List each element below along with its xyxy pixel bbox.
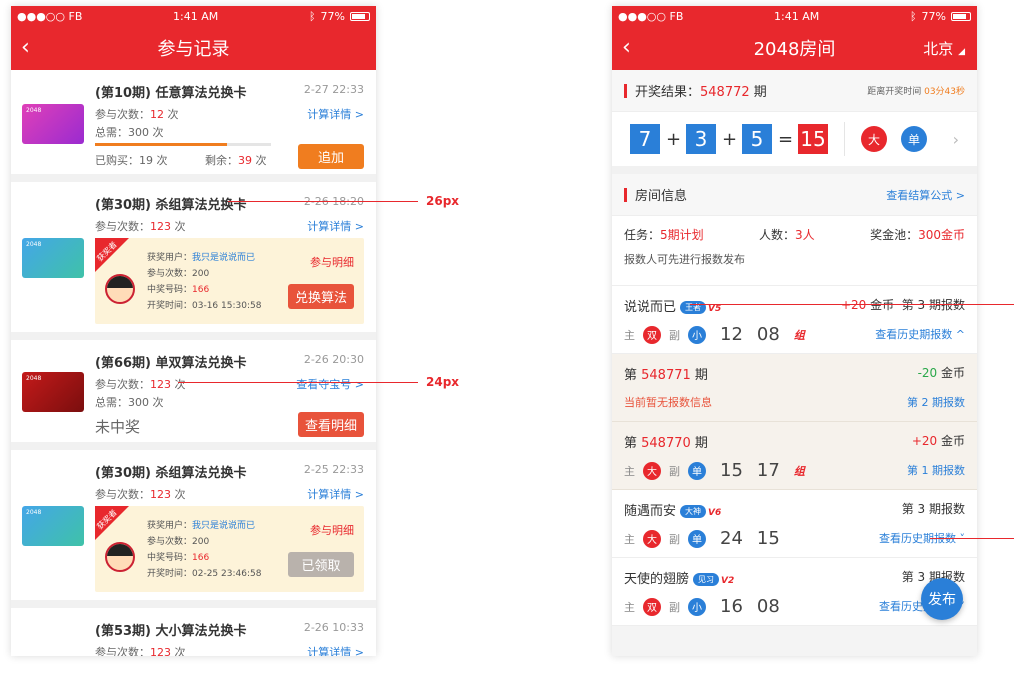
- bluetooth-icon: ᛒ: [308, 9, 316, 23]
- status-bar: ●●●○○ FB 1:41 AM ᛒ 77%: [11, 6, 376, 26]
- record-title: (第53期) 大小算法兑换卡: [95, 624, 247, 639]
- calc-detail-link[interactable]: 计算详情 >: [307, 644, 364, 656]
- record-item[interactable]: 2048 (第66期) 单双算法兑换卡 2-26 20:30 参与次数：123 …: [11, 340, 376, 450]
- view-detail-button[interactable]: 查看明细: [298, 412, 364, 437]
- calc-detail-link[interactable]: 计算详情 >: [307, 106, 364, 122]
- record-time: 2-25 22:33: [303, 463, 364, 476]
- vip-badge: V2: [721, 576, 735, 586]
- calc-detail-link[interactable]: 计算详情 >: [307, 218, 364, 234]
- card-thumbnail: 2048: [22, 372, 84, 412]
- record-time: 2-26 10:33: [303, 621, 364, 634]
- reporter-name: 随遇而安: [624, 504, 677, 519]
- reporter-name: 说说而已: [624, 300, 677, 315]
- winner-panel: 获奖者 获奖用户：我只是说说而已 参与次数：200 中奖号码：166 开奖时间：…: [95, 506, 364, 592]
- claimed-button[interactable]: 已领取: [288, 552, 354, 577]
- city-selector[interactable]: 北京 ◢: [923, 38, 965, 59]
- measure-line: [690, 304, 1014, 305]
- measure-line: [178, 382, 418, 383]
- battery-icon: [350, 11, 370, 21]
- battery-percent: 77%: [921, 9, 946, 23]
- reporter-row[interactable]: 说说而已 王者 V5 +20 金币 第 3 期报数 主 双 副 小 12 08 组 查看历…: [612, 286, 977, 354]
- card-thumbnail: 2048: [22, 238, 84, 278]
- page-title: 2048房间: [753, 39, 836, 60]
- page-title: 参与记录: [157, 39, 230, 60]
- period-row: 第 548770 期 +20 金币 主 大 副 单 15 17 组 第 1 期报数: [612, 422, 977, 490]
- record-item[interactable]: 2048 (第30期) 杀组算法兑换卡 2-25 22:33 参与次数：123 …: [11, 450, 376, 608]
- history-link[interactable]: 查看历史期报数 ^: [875, 326, 965, 342]
- vip-badge: V6: [708, 508, 722, 518]
- carrier: ●●●○○ FB: [17, 9, 83, 23]
- room-info-header: 房间信息 查看结算公式 >: [612, 174, 977, 216]
- dropdown-triangle-icon: ◢: [958, 47, 965, 57]
- single-badge: 单: [901, 126, 927, 152]
- view-ticket-link[interactable]: 查看夺宝号 >: [296, 376, 364, 392]
- progress-bar: [95, 143, 271, 146]
- battery-icon: [951, 11, 971, 21]
- card-thumbnail: 2048: [22, 506, 84, 546]
- back-icon[interactable]: ‹: [622, 34, 631, 62]
- record-item[interactable]: 2048 (第30期) 杀组算法兑换卡 2-26 18:20 参与次数：123 …: [11, 182, 376, 340]
- avatar: [105, 542, 135, 572]
- not-won-label: 未中奖: [95, 418, 141, 436]
- bluetooth-icon: ᛒ: [909, 9, 917, 23]
- clock: 1:41 AM: [774, 9, 820, 23]
- measure-line: [228, 201, 418, 202]
- measure-line: [930, 538, 1014, 539]
- record-time: 2-26 20:30: [303, 353, 364, 366]
- group-flag-icon: 组: [793, 464, 805, 478]
- nav-bar: ‹ 参与记录: [11, 26, 376, 70]
- big-badge: 大: [861, 126, 887, 152]
- battery-percent: 77%: [320, 9, 345, 23]
- calc-detail-link[interactable]: 计算详情 >: [307, 486, 364, 502]
- draw-number: 7: [630, 124, 660, 154]
- formula-link[interactable]: 查看结算公式 >: [886, 187, 965, 203]
- winner-panel: 获奖者 获奖用户：我只是说说而已 参与次数：200 中奖号码：166 开奖时间：…: [95, 238, 364, 324]
- record-title: (第10期) 任意算法兑换卡: [95, 86, 247, 101]
- redeem-button[interactable]: 兑换算法: [288, 284, 354, 309]
- vip-badge: V5: [708, 304, 722, 314]
- participation-records-screen: ●●●○○ FB 1:41 AM ᛒ 77% ‹ 参与记录 2048 (第10期…: [11, 6, 376, 656]
- draw-number: 5: [742, 124, 772, 154]
- card-thumbnail: 2048: [22, 104, 84, 144]
- carrier: ●●●○○ FB: [618, 9, 684, 23]
- avatar: [105, 274, 135, 304]
- publish-button[interactable]: 发布: [921, 578, 963, 620]
- participation-detail-link[interactable]: 参与明细: [310, 522, 354, 538]
- draw-number: 3: [686, 124, 716, 154]
- measure-label: 26px: [426, 194, 460, 208]
- reporter-name: 天使的翅膀: [624, 572, 690, 587]
- reporter-row[interactable]: 随遇而安 大神 V6 第 3 期报数 主 大 副 单 24 15 查看历史期报数 ˅: [612, 490, 977, 558]
- record-item[interactable]: 2048 (第10期) 任意算法兑换卡 2-27 22:33 参与次数：12 次…: [11, 70, 376, 182]
- group-flag-icon: 组: [793, 328, 805, 342]
- draw-result-header: 开奖结果：548772 期 距离开奖时间 03分43秒: [612, 70, 977, 112]
- record-time: 2-27 22:33: [303, 83, 364, 96]
- room-info: 任务：5期计划 人数：3人 奖金池：300金币 报数人可先进行报数发布: [612, 216, 977, 286]
- rank-badge: 见习: [693, 573, 720, 586]
- clock: 1:41 AM: [173, 9, 219, 23]
- record-title: (第66期) 单双算法兑换卡: [95, 356, 247, 371]
- back-icon[interactable]: ‹: [21, 34, 30, 62]
- chevron-right-icon[interactable]: ›: [953, 130, 959, 149]
- nav-bar: ‹ 2048房间 北京 ◢: [612, 26, 977, 70]
- record-title: (第30期) 杀组算法兑换卡: [95, 198, 247, 213]
- period-row: 第 548771 期 -20 金币 当前暂无报数信息 第 2 期报数: [612, 354, 977, 422]
- add-more-button[interactable]: 追加: [298, 144, 364, 169]
- status-bar: ●●●○○ FB 1:41 AM ᛒ 77%: [612, 6, 977, 26]
- rank-badge: 王者: [680, 301, 707, 314]
- record-item[interactable]: (第53期) 大小算法兑换卡 2-26 10:33 参与次数：123 次 计算详…: [11, 608, 376, 656]
- draw-sum: 15: [798, 124, 828, 154]
- participation-detail-link[interactable]: 参与明细: [310, 254, 354, 270]
- measure-label: 24px: [426, 375, 460, 389]
- room-screen: ●●●○○ FB 1:41 AM ᛒ 77% ‹ 2048房间 北京 ◢ 开奖结…: [612, 6, 977, 656]
- rank-badge: 大神: [680, 505, 707, 518]
- record-title: (第30期) 杀组算法兑换卡: [95, 466, 247, 481]
- countdown: 03分43秒: [924, 87, 965, 97]
- draw-numbers: 7 + 3 + 5 = 15 大 单 ›: [612, 112, 977, 174]
